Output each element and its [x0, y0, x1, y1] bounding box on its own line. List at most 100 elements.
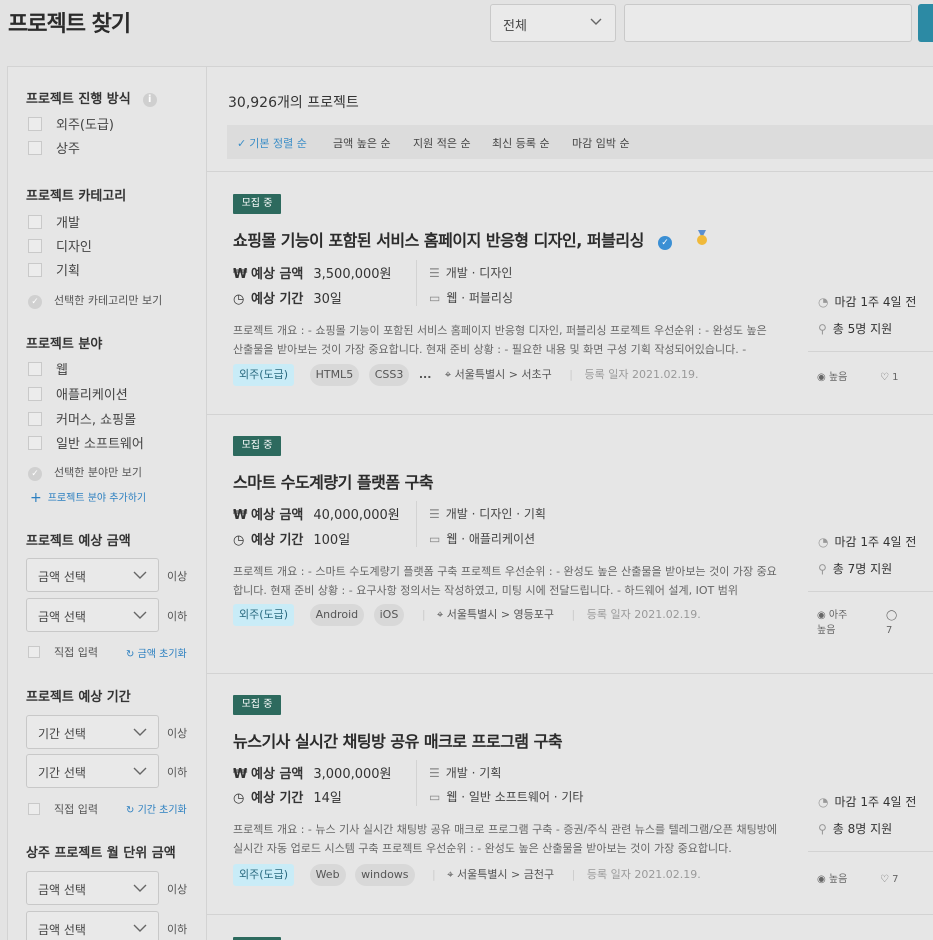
heart-icon: ♡	[880, 874, 893, 885]
field-row: ▭ 웹 · 퍼블리싱	[429, 291, 513, 305]
field-row: ▭ 웹 · 애플리케이션	[429, 532, 536, 546]
search-input[interactable]	[624, 4, 912, 42]
person-icon: ⚲	[818, 562, 827, 576]
budget-direct-input[interactable]: 직접 입력	[28, 644, 98, 660]
project-description: 프로젝트 개요 : - 스마트 수도계량기 플랫폼 구축 프로젝트 우선순위 :…	[233, 565, 777, 597]
info-icon[interactable]: i	[142, 93, 157, 107]
chevron-down-icon	[133, 924, 147, 932]
category-option-plan[interactable]: 기획	[28, 263, 80, 281]
category-select[interactable]: 전체	[490, 4, 616, 42]
checkbox[interactable]	[28, 387, 42, 401]
budget-max-suffix: 이하	[167, 610, 188, 623]
status-badge: 모집 중	[233, 436, 281, 456]
page-title: 프로젝트 찾기	[8, 12, 131, 37]
monthly-min-select[interactable]: 금액 선택	[26, 871, 159, 905]
applicants: ⚲ 총 7명 지원	[818, 562, 893, 576]
field-option-web[interactable]: 웹	[28, 362, 68, 380]
checkbox[interactable]	[28, 117, 42, 131]
checkbox[interactable]	[28, 239, 42, 253]
period-reset-link[interactable]: ↻ 기간 초기화	[126, 801, 187, 816]
card-side: ◔ 마감 1주 4일 전 ⚲ 총 5명 지원 ◉ 높음 ♡ 1	[808, 172, 933, 415]
comment-stat: ◯ 7	[886, 610, 898, 636]
status-badge: 모집 중	[233, 194, 281, 214]
clock-icon: ◷	[233, 791, 245, 806]
add-field-link[interactable]: + 프로젝트 분야 추가하기	[30, 489, 146, 506]
refresh-icon: ↻	[126, 805, 138, 816]
period-min-select[interactable]: 기간 선택	[26, 715, 159, 749]
sort-bar: ✓ 기본 정렬 순 금액 높은 순 지원 적은 순 최신 등록 순 마감 임박 순	[227, 125, 933, 159]
sort-default[interactable]: ✓ 기본 정렬 순	[237, 135, 307, 151]
project-card[interactable]: 모집 중 쇼핑몰 기능이 포함된 서비스 홈페이지 반응형 디자인, 퍼블리싱 ✓…	[207, 171, 933, 414]
category-only-selected[interactable]: ✓ 선택한 카테고리만 보기	[28, 292, 162, 310]
category-row: ☰ 개발 · 디자인	[429, 266, 513, 280]
category-option-dev[interactable]: 개발	[28, 215, 80, 233]
deadline: ◔ 마감 1주 4일 전	[818, 535, 917, 549]
skill-tag: iOS	[373, 604, 405, 626]
period-min-suffix: 이상	[167, 727, 188, 740]
budget-title: 프로젝트 예상 금액	[26, 534, 131, 549]
card-side: ◔ 마감 1주 4일 전 ⚲ 총 8명 지원 ◉ 높음 ♡ 7	[808, 674, 933, 915]
period-max-select[interactable]: 기간 선택	[26, 754, 159, 788]
person-icon: ⚲	[818, 322, 827, 336]
filter-sidebar: 프로젝트 진행 방식 i 외주(도급) 상주 프로젝트 카테고리 개발 디자인 기…	[7, 66, 206, 940]
method-option-resident[interactable]: 상주	[28, 141, 80, 159]
check-circle-icon[interactable]: ✓	[28, 467, 42, 481]
location: ⌖ 서울특별시 > 영등포구	[437, 608, 555, 621]
period-direct-input[interactable]: 직접 입력	[28, 801, 98, 817]
project-card[interactable]: 모집 중 뉴스기사 실시간 채팅방 공유 매크로 프로그램 구축 ₩ 예상 금액 3…	[207, 673, 933, 914]
monthly-max-select[interactable]: 금액 선택	[26, 911, 159, 940]
project-title[interactable]: 쇼핑몰 기능이 포함된 서비스 홈페이지 반응형 디자인, 퍼블리싱 ✓	[233, 227, 708, 251]
field-option-commerce[interactable]: 커머스, 쇼핑몰	[28, 412, 136, 430]
project-card[interactable]: 모집 중 스마트 수도계량기 플랫폼 구축 ₩ 예상 금액 40,000,000원 …	[207, 414, 933, 673]
sort-applicants[interactable]: 지원 적은 순	[413, 135, 471, 151]
project-list-panel: 30,926개의 프로젝트 ✓ 기본 정렬 순 금액 높은 순 지원 적은 순 최…	[206, 66, 933, 940]
skill-tag: HTML5	[309, 364, 360, 386]
field-only-selected[interactable]: ✓ 선택한 분야만 보기	[28, 464, 142, 482]
checkbox[interactable]	[28, 436, 42, 450]
project-title[interactable]: 뉴스기사 실시간 채팅방 공유 매크로 프로그램 구축	[233, 728, 563, 752]
tag-row: 외주(도급) Android iOS | ⌖ 서울특별시 > 영등포구 | 등록…	[233, 604, 701, 626]
budget-min-select[interactable]: 금액 선택	[26, 558, 159, 592]
deadline: ◔ 마감 1주 4일 전	[818, 795, 917, 809]
field-option-software[interactable]: 일반 소프트웨어	[28, 436, 144, 454]
eye-icon: ◉	[817, 610, 829, 621]
monitor-icon: ▭	[429, 790, 441, 804]
checkbox[interactable]	[28, 646, 40, 658]
budget-max-select[interactable]: 금액 선택	[26, 598, 159, 632]
checkbox[interactable]	[28, 141, 42, 155]
divider	[808, 591, 933, 592]
clock-icon: ◷	[233, 533, 245, 548]
register-date: 등록 일자 2021.02.19.	[586, 868, 701, 881]
checkbox[interactable]	[28, 263, 42, 277]
pin-icon: ⌖	[444, 368, 455, 381]
chevron-down-icon	[133, 728, 147, 736]
more-tags[interactable]: ...	[419, 368, 432, 381]
search-button[interactable]	[918, 4, 933, 42]
sort-deadline[interactable]: 마감 임박 순	[572, 135, 630, 151]
check-circle-icon[interactable]: ✓	[28, 295, 42, 309]
project-count: 30,926개의 프로젝트	[228, 95, 359, 111]
heart-icon: ♡	[880, 372, 893, 383]
sort-latest[interactable]: 최신 등록 순	[492, 135, 550, 151]
project-card[interactable]	[207, 914, 933, 940]
checkbox[interactable]	[28, 362, 42, 376]
divider	[416, 501, 417, 547]
project-title[interactable]: 스마트 수도계량기 플랫폼 구축	[233, 469, 434, 493]
field-option-app[interactable]: 애플리케이션	[28, 387, 128, 405]
eye-icon: ◉	[817, 372, 829, 383]
category-option-design[interactable]: 디자인	[28, 239, 92, 257]
sort-amount[interactable]: 금액 높은 순	[333, 135, 391, 151]
location: ⌖ 서울특별시 > 서초구	[444, 368, 552, 381]
checkbox[interactable]	[28, 803, 40, 815]
medal-icon	[696, 230, 707, 245]
plus-icon: +	[30, 490, 42, 506]
project-description: 프로젝트 개요 : - 뉴스 기사 실시간 채팅방 공유 매크로 프로그램 구축…	[233, 823, 778, 855]
chevron-down-icon	[133, 611, 147, 619]
budget-reset-link[interactable]: ↻ 금액 초기화	[126, 645, 187, 660]
verified-icon: ✓	[657, 236, 672, 250]
checkbox[interactable]	[28, 412, 42, 426]
checkbox[interactable]	[28, 215, 42, 229]
method-option-outsource[interactable]: 외주(도급)	[28, 117, 114, 135]
period-row: ◷ 예상 기간 100일	[233, 533, 351, 548]
budget-min-suffix: 이상	[167, 570, 188, 583]
